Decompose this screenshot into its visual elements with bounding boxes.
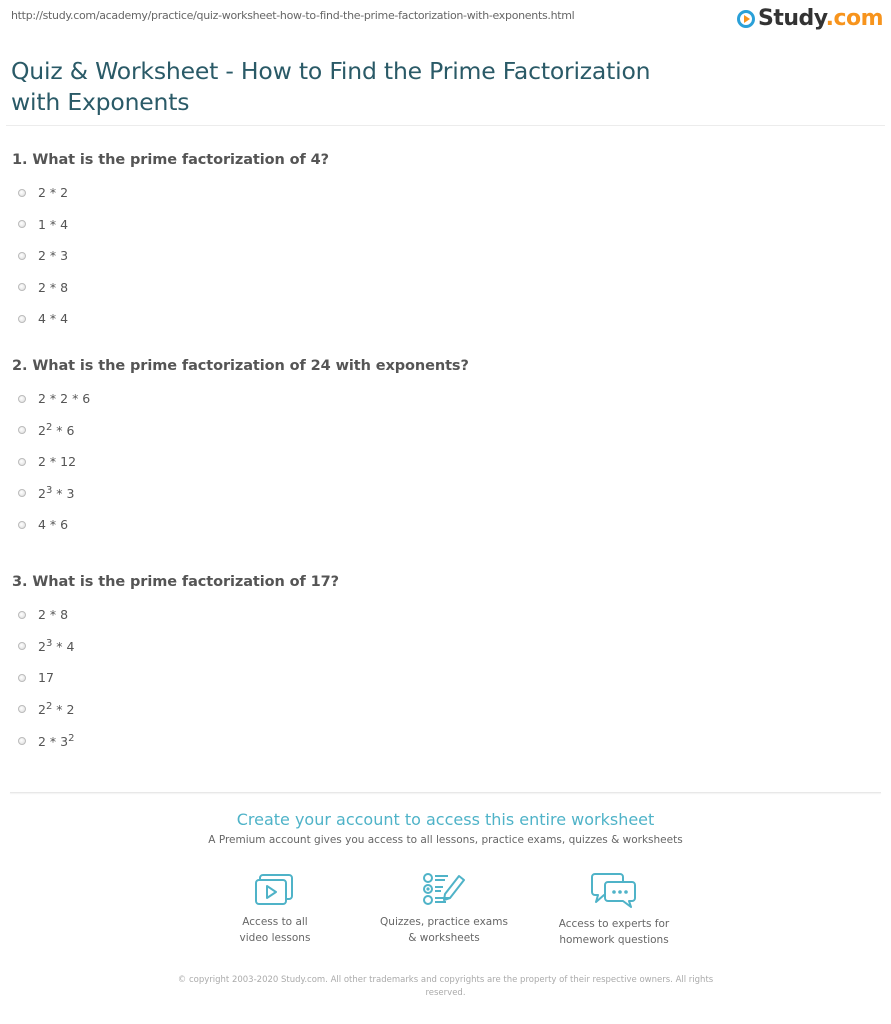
quiz-checklist-icon	[423, 873, 465, 905]
page-url: http://study.com/academy/practice/quiz-w…	[11, 9, 575, 22]
radio-button[interactable]	[18, 642, 26, 651]
feature-quizzes: Quizzes, practice exams & worksheets	[354, 872, 534, 946]
answer-label: 4 * 6	[38, 517, 68, 532]
answer-base: 2	[38, 423, 46, 439]
feature-label-line2: homework questions	[559, 933, 669, 946]
answer-label: 2 * 12	[38, 454, 76, 469]
answer-label: 2 * 32	[38, 733, 74, 749]
answer-tail: * 6	[52, 423, 75, 439]
answer-base: 2 * 2 * 6	[38, 391, 91, 407]
radio-button[interactable]	[18, 705, 26, 714]
question-1: 1. What is the prime factorization of 4?…	[12, 152, 329, 335]
radio-button[interactable]	[18, 251, 26, 260]
answer-option[interactable]: 1 * 4	[12, 209, 329, 241]
play-logo-icon	[737, 9, 755, 28]
answer-label: 2 * 2 * 6	[38, 391, 90, 406]
answer-base: 2	[38, 486, 46, 502]
answer-base: 4 * 6	[38, 517, 69, 533]
answer-tail: * 3	[52, 486, 75, 502]
answer-option[interactable]: 2 * 8	[12, 272, 329, 304]
answer-label: 22 * 6	[38, 422, 74, 438]
logo-name: Study	[758, 6, 826, 31]
answer-option[interactable]: 2 * 2	[12, 177, 329, 209]
answer-label: 2 * 2	[38, 185, 68, 200]
page-title: Quiz & Worksheet - How to Find the Prime…	[11, 57, 651, 116]
title-divider	[6, 125, 885, 126]
answer-option[interactable]: 4 * 4	[12, 303, 329, 335]
answer-base: 2 * 8	[38, 279, 69, 295]
answer-label: 4 * 4	[38, 311, 68, 326]
radio-button[interactable]	[18, 520, 26, 529]
radio-button[interactable]	[18, 426, 26, 435]
answer-option[interactable]: 2 * 2 * 6	[12, 383, 469, 415]
answer-base: 17	[38, 670, 54, 686]
radio-button[interactable]	[18, 188, 26, 197]
answer-base: 2 * 3	[38, 248, 69, 264]
radio-button[interactable]	[18, 220, 26, 229]
answer-base: 2	[38, 639, 46, 655]
feature-video-lessons: Access to all video lessons	[185, 872, 365, 946]
answer-label: 23 * 3	[38, 485, 74, 501]
question-2: 2. What is the prime factorization of 24…	[12, 358, 469, 541]
answer-base: 2 * 3	[38, 733, 69, 749]
answer-options: 2 * 2 * 6 22 * 62 * 12 23 * 34 * 6	[12, 383, 469, 541]
answer-option[interactable]: 4 * 6	[12, 509, 469, 541]
answer-option[interactable]: 2 * 3	[12, 240, 329, 272]
feature-label-line1: Access to experts for	[558, 918, 670, 930]
question-text: 3. What is the prime factorization of 17…	[12, 574, 339, 590]
answer-base: 2 * 12	[38, 454, 77, 470]
radio-button[interactable]	[18, 394, 26, 403]
promo-divider	[10, 792, 881, 793]
feature-label-line2: & worksheets	[408, 931, 480, 944]
answer-label: 2 * 8	[38, 607, 68, 622]
study-logo[interactable]: Study.com	[737, 6, 884, 31]
answer-base: 4 * 4	[38, 311, 69, 327]
answer-option[interactable]: 2 * 8	[12, 599, 339, 631]
promo-title[interactable]: Create your account to access this entir…	[0, 810, 891, 829]
chat-bubbles-icon	[591, 873, 636, 908]
answer-label: 1 * 4	[38, 217, 68, 232]
answer-exponent: 2	[68, 732, 75, 744]
answer-base: 2 * 8	[38, 607, 69, 623]
radio-button[interactable]	[18, 283, 26, 292]
answer-label: 2 * 8	[38, 280, 68, 295]
copyright-notice: © copyright 2003-2020 Study.com. All oth…	[177, 975, 714, 998]
question-text: 1. What is the prime factorization of 4?	[12, 152, 329, 168]
answer-option[interactable]: 17	[12, 662, 339, 694]
answer-label: 2 * 3	[38, 248, 68, 263]
video-lessons-icon	[255, 874, 293, 905]
answer-option[interactable]: 23 * 4	[12, 631, 339, 663]
radio-button[interactable]	[18, 489, 26, 498]
answer-option[interactable]: 2 * 32	[12, 725, 339, 757]
answer-options: 2 * 8 23 * 4 17 22 * 22 * 32	[12, 599, 339, 757]
answer-option[interactable]: 23 * 3	[12, 478, 469, 510]
radio-button[interactable]	[18, 610, 26, 619]
answer-base: 1 * 4	[38, 216, 69, 232]
radio-button[interactable]	[18, 314, 26, 323]
feature-label-line2: video lessons	[239, 931, 311, 944]
answer-option[interactable]: 22 * 6	[12, 415, 469, 447]
feature-label-line1: Access to all	[242, 916, 308, 928]
answer-base: 2	[38, 702, 46, 718]
answer-option[interactable]: 2 * 12	[12, 446, 469, 478]
radio-button[interactable]	[18, 457, 26, 466]
feature-label-line1: Quizzes, practice exams	[380, 916, 508, 928]
feature-experts: Access to experts for homework questions	[524, 872, 704, 948]
answer-option[interactable]: 22 * 2	[12, 694, 339, 726]
question-3: 3. What is the prime factorization of 17…	[12, 574, 339, 757]
radio-button[interactable]	[18, 736, 26, 745]
answer-tail: * 4	[52, 639, 75, 655]
answer-base: 2 * 2	[38, 185, 69, 201]
promo-subtitle: A Premium account gives you access to al…	[208, 834, 683, 846]
answer-tail: * 2	[52, 702, 75, 718]
logo-suffix: .com	[825, 6, 884, 31]
answer-label: 17	[38, 670, 54, 685]
answer-label: 22 * 2	[38, 701, 74, 717]
radio-button[interactable]	[18, 673, 26, 682]
question-text: 2. What is the prime factorization of 24…	[12, 358, 469, 374]
answer-label: 23 * 4	[38, 638, 74, 654]
answer-options: 2 * 2 1 * 4 2 * 3 2 * 8 4 * 4	[12, 177, 329, 335]
